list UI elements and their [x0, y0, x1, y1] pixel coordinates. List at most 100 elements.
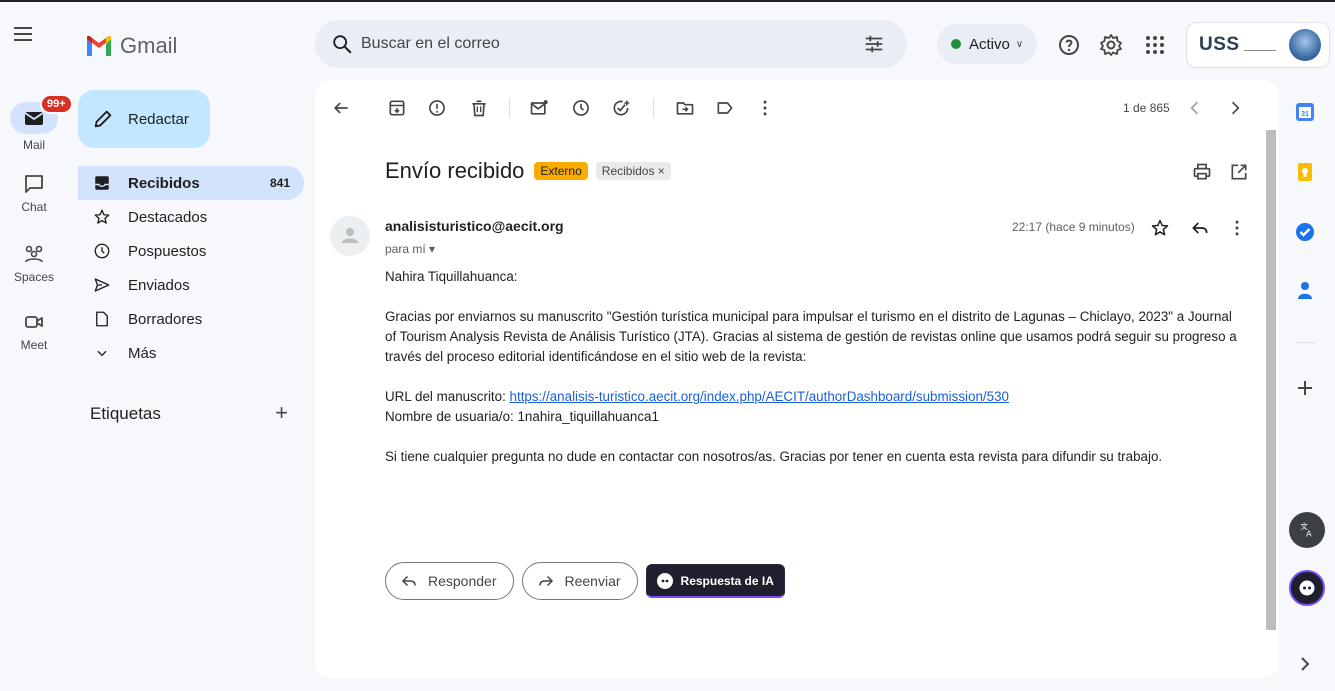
- svg-text:31: 31: [1301, 111, 1309, 118]
- chevron-down-icon: ∨: [1015, 38, 1024, 50]
- manuscript-url-line: URL del manuscrito: https://analisis-tur…: [385, 387, 1245, 407]
- forward-label: Reenviar: [564, 573, 621, 589]
- status-dot: [951, 39, 961, 49]
- more-vert-icon[interactable]: [755, 98, 775, 118]
- org-logo-line: [1243, 49, 1276, 51]
- email-paragraph: Gracias por enviarnos su manuscrito "Ges…: [385, 309, 1237, 364]
- trash-icon[interactable]: [469, 98, 489, 118]
- contacts-icon[interactable]: [1293, 278, 1317, 302]
- main-menu-icon[interactable]: [14, 24, 36, 46]
- subject-row: Envío recibido Externo Recibidos ×: [385, 158, 671, 184]
- archive-icon[interactable]: [387, 98, 407, 118]
- star-icon[interactable]: [1150, 218, 1170, 238]
- help-icon[interactable]: [1057, 33, 1081, 57]
- add-task-icon[interactable]: [611, 98, 631, 118]
- nav-item-sent[interactable]: Enviados: [78, 268, 304, 302]
- nav-label: Borradores: [128, 310, 203, 328]
- gmail-logo[interactable]: Gmail: [86, 33, 177, 59]
- toolbar-divider: [509, 98, 510, 118]
- add-addon-icon[interactable]: [1293, 376, 1317, 400]
- person-icon: [342, 228, 358, 243]
- report-spam-icon[interactable]: [427, 98, 447, 118]
- manuscript-link[interactable]: https://analisis-turistico.aecit.org/ind…: [510, 389, 1009, 404]
- label-icon[interactable]: [715, 98, 735, 118]
- left-rail: 99+ Mail Chat Spaces Meet: [0, 68, 73, 691]
- nav-item-drafts[interactable]: Borradores: [78, 302, 304, 336]
- forward-button[interactable]: Reenviar: [521, 562, 638, 600]
- nav-item-inbox[interactable]: Recibidos 841: [78, 166, 304, 200]
- mark-unread-icon[interactable]: [529, 98, 549, 118]
- panel-divider: [1295, 342, 1315, 343]
- rail-mail-pill: 99+: [10, 94, 73, 134]
- chevron-down-icon: [92, 343, 112, 363]
- sender-avatar[interactable]: [330, 216, 370, 256]
- sender-email[interactable]: analisisturistico@aecit.org: [385, 218, 564, 234]
- labels-section: Etiquetas +: [90, 400, 300, 425]
- search-input[interactable]: [361, 35, 841, 53]
- clock-icon: [92, 241, 112, 261]
- tasks-icon[interactable]: [1293, 220, 1317, 244]
- calendar-icon[interactable]: 31: [1293, 100, 1317, 124]
- scrollbar[interactable]: [1266, 130, 1276, 630]
- recipient-label: para mí: [385, 242, 426, 256]
- ai-bot-icon: [656, 572, 673, 589]
- recipient-toggle[interactable]: para mí ▾: [385, 242, 435, 256]
- reply-icon[interactable]: [1190, 218, 1210, 238]
- search-icon[interactable]: [331, 33, 353, 55]
- search-bar[interactable]: [315, 20, 907, 68]
- reply-button[interactable]: Responder: [385, 562, 514, 600]
- compose-button[interactable]: Redactar: [78, 90, 210, 148]
- snooze-clock-icon[interactable]: [571, 98, 591, 118]
- apps-grid-icon[interactable]: [1143, 33, 1167, 57]
- video-camera-icon: [25, 316, 43, 328]
- email-toolbar: 1 de 865: [315, 80, 1279, 136]
- draft-icon: [92, 309, 112, 329]
- unread-count: 841: [269, 176, 290, 190]
- inbox-label-chip[interactable]: Recibidos ×: [595, 162, 671, 180]
- star-icon: [92, 207, 112, 227]
- ai-reply-label: Respuesta de IA: [680, 573, 774, 588]
- chevron-left-icon[interactable]: [1185, 98, 1205, 118]
- keep-notes-icon[interactable]: [1293, 160, 1317, 184]
- back-arrow-icon[interactable]: [331, 98, 351, 118]
- rail-spaces-label: Spaces: [13, 270, 55, 284]
- open-new-window-icon[interactable]: [1229, 162, 1249, 182]
- rail-meet[interactable]: Meet: [0, 310, 68, 352]
- settings-gear-icon[interactable]: [1099, 33, 1123, 57]
- nav-label: Pospuestos: [128, 242, 207, 260]
- move-to-folder-icon[interactable]: [675, 98, 695, 118]
- nav-item-snoozed[interactable]: Pospuestos: [78, 234, 304, 268]
- nav-item-more[interactable]: Más: [78, 336, 304, 370]
- rail-mail[interactable]: 99+ Mail: [0, 94, 73, 152]
- search-options-icon[interactable]: [863, 33, 885, 55]
- toolbar-divider: [653, 98, 654, 118]
- labels-title: Etiquetas: [90, 404, 161, 423]
- pagination-text: 1 de 865: [1123, 101, 1170, 115]
- url-label: URL del manuscrito:: [385, 389, 510, 404]
- rail-meet-label: Meet: [20, 338, 48, 352]
- nav-label: Recibidos: [128, 174, 200, 192]
- translate-icon[interactable]: 文A: [1289, 512, 1325, 548]
- status-label: Activo: [969, 35, 1010, 53]
- email-greeting: Nahira Tiquillahuanca:: [385, 269, 518, 284]
- user-avatar[interactable]: [1289, 29, 1321, 61]
- status-selector[interactable]: Activo ∨: [937, 24, 1038, 64]
- more-vert-icon[interactable]: [1227, 218, 1247, 238]
- email-body: Nahira Tiquillahuanca: Gracias por envia…: [385, 267, 1245, 487]
- username-line: Nombre de usuaria/o: 1nahira_tiquillahua…: [385, 409, 659, 424]
- reply-icon: [401, 575, 416, 587]
- ai-assistant-icon[interactable]: [1289, 570, 1325, 606]
- expand-panel-chevron-icon[interactable]: [1293, 652, 1317, 676]
- gmail-m-icon: [87, 36, 111, 56]
- app-name: Gmail: [120, 33, 178, 58]
- account-switcher[interactable]: USS: [1186, 22, 1330, 68]
- rail-chat[interactable]: Chat: [0, 172, 68, 214]
- reply-actions: Responder Reenviar Respuesta de IA: [385, 562, 785, 600]
- add-label-icon[interactable]: +: [275, 400, 288, 426]
- ai-reply-button[interactable]: Respuesta de IA: [645, 564, 785, 598]
- chevron-right-icon[interactable]: [1225, 98, 1245, 118]
- inbox-icon: [92, 173, 112, 193]
- rail-spaces[interactable]: Spaces: [0, 242, 68, 284]
- print-icon[interactable]: [1192, 162, 1212, 182]
- nav-item-starred[interactable]: Destacados: [78, 200, 304, 234]
